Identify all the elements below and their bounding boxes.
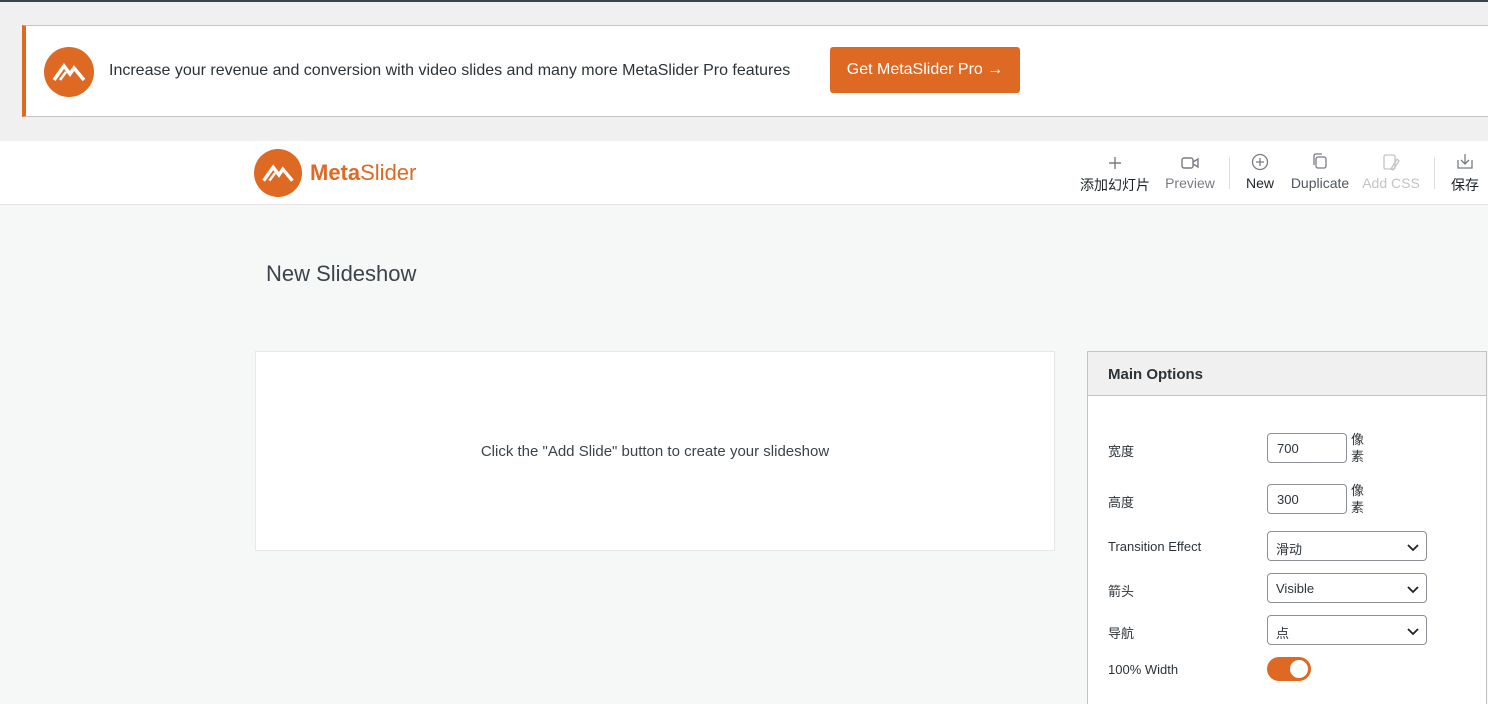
top-border (0, 0, 1488, 2)
css-icon (1362, 153, 1420, 173)
preview-button[interactable]: Preview (1163, 153, 1217, 199)
arrows-select[interactable]: Visible (1267, 573, 1427, 603)
page-title[interactable]: New Slideshow (266, 261, 416, 287)
video-camera-icon (1163, 153, 1217, 173)
chevron-down-icon (1407, 628, 1419, 636)
upgrade-notice: Increase your revenue and conversion wit… (22, 25, 1488, 117)
width-unit: 像素 (1351, 432, 1365, 464)
width-input[interactable]: 700 (1267, 433, 1347, 463)
transition-effect-select[interactable]: 滑动 (1267, 531, 1427, 561)
navigation-label: 导航 (1108, 626, 1135, 641)
main-options-heading[interactable]: Main Options (1088, 352, 1486, 396)
navigation-select[interactable]: 点 (1267, 615, 1427, 645)
slides-container: Click the "Add Slide" button to create y… (255, 351, 1055, 551)
main-options-panel: Main Options 宽度 700 像素 高度 300 像素 Transit… (1087, 351, 1487, 704)
height-input[interactable]: 300 (1267, 484, 1347, 514)
brand-name: MetaSlider (310, 160, 417, 185)
toggle-knob (1290, 660, 1308, 678)
empty-message: Click the "Add Slide" button to create y… (480, 443, 830, 460)
duplicate-button[interactable]: Duplicate (1289, 153, 1351, 199)
get-pro-button[interactable]: Get MetaSlider Pro → (830, 47, 1020, 93)
toolbar-divider (1229, 157, 1230, 189)
width-label: 宽度 (1108, 444, 1135, 459)
transition-effect-label: Transition Effect (1108, 539, 1202, 554)
plus-circle-icon (1243, 153, 1277, 173)
main-content: New Slideshow Click the "Add Slide" butt… (0, 205, 1488, 704)
new-slideshow-button[interactable]: New (1243, 153, 1277, 199)
arrows-label: 箭头 (1108, 584, 1135, 599)
download-icon (1449, 153, 1481, 173)
toolbar-divider (1434, 157, 1435, 189)
full-width-label: 100% Width (1108, 662, 1179, 677)
add-slide-button[interactable]: 添加幻灯片 (1079, 153, 1151, 199)
full-width-toggle[interactable] (1267, 657, 1311, 681)
add-css-button[interactable]: Add CSS (1362, 153, 1420, 199)
height-label: 高度 (1108, 495, 1135, 510)
height-unit: 像素 (1351, 483, 1365, 515)
app-header: MetaSlider 添加幻灯片 Preview New Duplicate A… (0, 141, 1488, 205)
metaslider-logo-icon (254, 149, 302, 197)
chevron-down-icon (1407, 544, 1419, 552)
copy-icon (1289, 153, 1351, 173)
metaslider-logo-icon (44, 47, 94, 97)
notice-text: Increase your revenue and conversion wit… (109, 62, 791, 79)
chevron-down-icon (1407, 586, 1419, 594)
save-button[interactable]: 保存 (1449, 153, 1481, 199)
plus-icon (1079, 153, 1151, 173)
